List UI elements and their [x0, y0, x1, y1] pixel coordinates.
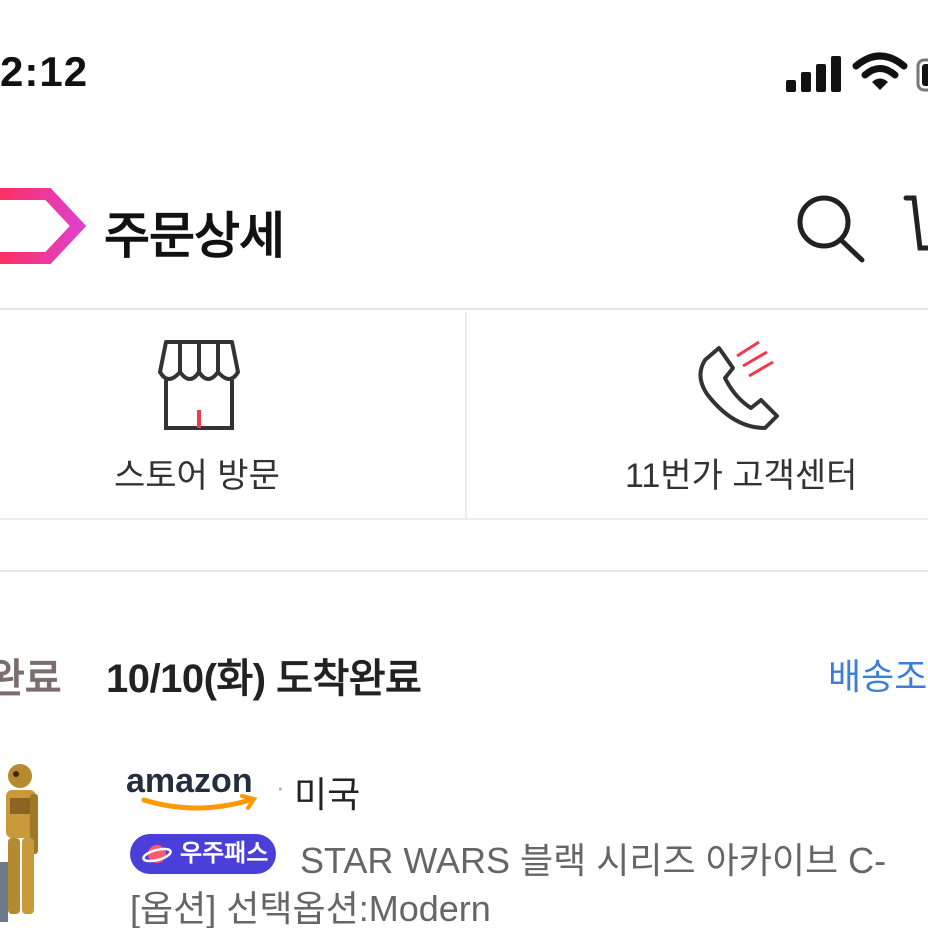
seller-country: 미국 — [294, 774, 361, 815]
planet-icon — [142, 845, 172, 863]
status-time: 2:12 — [0, 48, 89, 95]
back-logo-icon[interactable] — [0, 186, 92, 266]
search-icon[interactable] — [794, 192, 866, 264]
seller-separator: · — [276, 772, 285, 802]
order-status-prev: 완료 — [0, 657, 62, 701]
wifi-icon — [852, 52, 908, 90]
battery-icon — [916, 58, 928, 92]
store-visit-label: 스토어 방문 — [114, 457, 280, 495]
store-visit-button[interactable]: 스토어 방문 — [0, 312, 467, 518]
cart-icon[interactable] — [900, 188, 928, 260]
quick-actions: 스토어 방문 11번가 고객센터 — [0, 312, 928, 520]
status-bar: 2:12 — [0, 0, 928, 150]
section-divider — [0, 520, 928, 572]
product-option: [옵션] 선택옵션:Modern — [130, 888, 491, 928]
signal-icon — [786, 56, 841, 92]
product-name[interactable]: STAR WARS 블랙 시리즈 아카이브 C- — [300, 832, 886, 884]
store-icon — [158, 340, 240, 430]
universe-pass-badge: 우주패스 — [130, 834, 276, 874]
order-status-row: 완료 10/10(화) 도착완료 배송조회 — [0, 574, 928, 754]
customer-center-label: 11번가 고객센터 — [625, 457, 858, 495]
order-status: 10/10(화) 도착완료 — [106, 657, 422, 701]
amazon-logo: amazon — [126, 762, 258, 811]
page-header: 주문상세 — [0, 150, 928, 310]
universe-pass-label: 우주패스 — [180, 840, 269, 867]
amazon-logo-text: amazon — [126, 762, 253, 800]
customer-center-button[interactable]: 11번가 고객센터 — [469, 312, 928, 518]
product-thumbnail[interactable] — [0, 762, 46, 928]
page-title: 주문상세 — [104, 208, 285, 264]
phone-icon — [698, 340, 779, 430]
tracking-link[interactable]: 배송조회 — [828, 648, 928, 700]
